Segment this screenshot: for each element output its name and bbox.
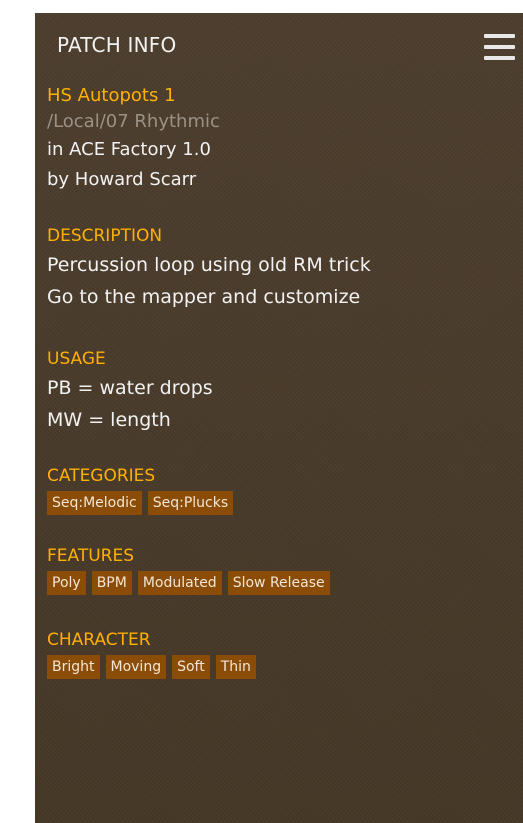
patch-name: HS Autopots 1: [47, 85, 176, 106]
character-heading: CHARACTER: [47, 630, 151, 650]
patch-info-panel: PATCH INFO HS Autopots 1 /Local/07 Rhyth…: [35, 13, 523, 823]
feature-tag[interactable]: BPM: [91, 571, 132, 595]
feature-tag[interactable]: Slow Release: [227, 571, 330, 595]
feature-tag[interactable]: Poly: [47, 571, 86, 595]
character-tag[interactable]: Moving: [105, 655, 167, 679]
hamburger-menu-icon[interactable]: [484, 34, 515, 62]
character-section: CHARACTER Bright Moving Soft Thin: [47, 629, 515, 679]
patch-author: by Howard Scarr: [47, 169, 197, 190]
usage-heading: USAGE: [47, 349, 106, 369]
menu-bar: [484, 34, 515, 38]
menu-bar: [484, 45, 515, 49]
usage-section: USAGE PB = water drops MW = length: [47, 348, 515, 436]
description-heading: DESCRIPTION: [47, 226, 163, 246]
category-tag[interactable]: Seq:Plucks: [147, 491, 234, 515]
description-section: DESCRIPTION Percussion loop using old RM…: [47, 225, 515, 313]
usage-line: MW = length: [47, 409, 171, 431]
categories-heading: CATEGORIES: [47, 466, 156, 486]
character-tag-list: Bright Moving Soft Thin: [47, 655, 515, 679]
character-tag[interactable]: Soft: [172, 655, 210, 679]
character-tag[interactable]: Bright: [47, 655, 100, 679]
description-line: Go to the mapper and customize: [47, 286, 361, 308]
panel-title: PATCH INFO: [57, 33, 177, 57]
feature-tag[interactable]: Modulated: [137, 571, 222, 595]
menu-bar: [484, 56, 515, 60]
patch-summary: HS Autopots 1 /Local/07 Rhythmic in ACE …: [47, 83, 515, 195]
patch-info-content: HS Autopots 1 /Local/07 Rhythmic in ACE …: [47, 83, 515, 679]
usage-line: PB = water drops: [47, 377, 213, 399]
features-section: FEATURES Poly BPM Modulated Slow Release: [47, 545, 515, 595]
character-tag[interactable]: Thin: [215, 655, 256, 679]
patch-path: /Local/07 Rhythmic: [47, 111, 220, 132]
features-heading: FEATURES: [47, 546, 135, 566]
categories-tag-list: Seq:Melodic Seq:Plucks: [47, 491, 515, 515]
patch-bank: in ACE Factory 1.0: [47, 139, 211, 160]
description-line: Percussion loop using old RM trick: [47, 254, 371, 276]
features-tag-list: Poly BPM Modulated Slow Release: [47, 571, 515, 595]
categories-section: CATEGORIES Seq:Melodic Seq:Plucks: [47, 465, 515, 515]
category-tag[interactable]: Seq:Melodic: [47, 491, 142, 515]
